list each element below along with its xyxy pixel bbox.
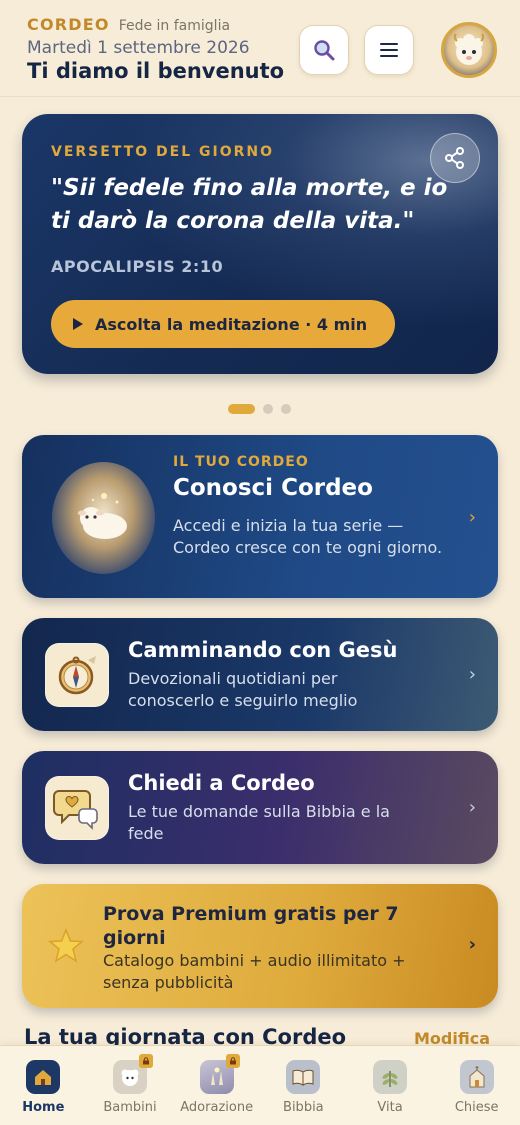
lock-icon [225, 1054, 240, 1068]
cordeo-card-title: Conosci Cordeo [173, 475, 373, 501]
lock-icon [139, 1054, 153, 1068]
chat-bubbles-icon [53, 790, 98, 830]
carousel-dot-2[interactable] [263, 404, 273, 414]
chiedi-card-description: Le tue domande sulla Bibbia e la fede [128, 802, 390, 843]
brand-row: CORDEO Fede in famiglia [27, 15, 230, 34]
profile-avatar[interactable] [441, 22, 497, 78]
welcome-title: Ti diamo il benvenuto [27, 59, 285, 83]
cordeo-eyebrow: IL TUO CORDEO [173, 454, 309, 470]
carousel-dot-3[interactable] [281, 404, 291, 414]
current-date: Martedì 1 settembre 2026 [27, 38, 250, 58]
tab-vita[interactable]: Vita [347, 1046, 434, 1125]
tab-adorazione[interactable]: Adorazione [173, 1046, 260, 1125]
hamburger-menu-icon [380, 43, 398, 57]
brand-tagline: Fede in famiglia [118, 18, 231, 34]
tab-vita-label: Vita [377, 1100, 403, 1115]
verse-text: "Sii fedele fino alla morte, e io ti dar… [51, 175, 448, 234]
play-icon [73, 318, 83, 330]
menu-button[interactable] [364, 25, 414, 75]
home-icon [26, 1060, 61, 1094]
leaf-icon [373, 1060, 408, 1094]
bottom-tab-bar: Home Bambini Adorazione Bibbia Vita Chie… [0, 1045, 520, 1125]
tab-home[interactable]: Home [0, 1046, 87, 1125]
premium-card-title: Prova Premium gratis per 7 giorni [103, 903, 399, 949]
chevron-right-icon: › [468, 507, 476, 528]
lamb-avatar-icon [453, 33, 485, 65]
tab-bibbia[interactable]: Bibbia [260, 1046, 347, 1125]
brand-name: CORDEO [27, 15, 110, 34]
tab-bambini-label: Bambini [103, 1100, 157, 1115]
tab-adorazione-label: Adorazione [180, 1100, 254, 1115]
worship-icon [199, 1054, 240, 1094]
listen-meditation-label: Ascolta la meditazione · 4 min [95, 314, 368, 334]
church-icon [459, 1060, 494, 1094]
listen-meditation-button[interactable]: Ascolta la meditazione · 4 min [51, 300, 395, 348]
verse-of-the-day-card[interactable]: VERSETTO DEL GIORNO "Sii fedele fino all… [22, 114, 498, 374]
tab-bibbia-label: Bibbia [283, 1100, 324, 1115]
cordeo-card-description: Accedi e inizia la tua serie — Cordeo cr… [173, 516, 443, 557]
ask-cordeo-card[interactable]: Chiedi a Cordeo Le tue domande sulla Bib… [22, 751, 498, 864]
carousel-pagination [228, 404, 291, 414]
gesu-card-title: Camminando con Gesù [128, 638, 398, 662]
tab-bambini[interactable]: Bambini [87, 1046, 174, 1125]
tab-chiese-label: Chiese [454, 1100, 499, 1115]
chevron-right-icon: › [468, 797, 476, 818]
app-header: CORDEO Fede in famiglia Martedì 1 settem… [0, 0, 520, 97]
lamb-icon [77, 493, 127, 539]
share-icon [445, 147, 464, 169]
lamb-icon [113, 1054, 153, 1094]
compass-icon [58, 656, 96, 695]
chevron-right-icon: › [468, 664, 476, 685]
compass-tile [45, 643, 109, 707]
premium-trial-card[interactable]: Prova Premium gratis per 7 giorni Catalo… [22, 884, 498, 1008]
verse-eyebrow: VERSETTO DEL GIORNO [51, 144, 275, 160]
carousel-dot-1[interactable] [228, 404, 255, 414]
chiedi-card-title: Chiedi a Cordeo [128, 771, 315, 795]
search-button[interactable] [299, 25, 349, 75]
gesu-card-description: Devozionali quotidiani per conoscerlo e … [128, 669, 358, 710]
tab-home-label: Home [22, 1100, 65, 1115]
bible-icon [286, 1060, 321, 1094]
cordeo-lamb-illustration [52, 462, 155, 574]
meet-cordeo-card[interactable]: IL TUO CORDEO Conosci Cordeo Accedi e in… [22, 435, 498, 598]
search-icon [314, 40, 335, 61]
tab-chiese[interactable]: Chiese [433, 1046, 520, 1125]
premium-card-description: Catalogo bambini + audio illimitato + se… [103, 951, 406, 992]
verse-reference: APOCALIPSIS 2:10 [51, 257, 224, 276]
walking-with-jesus-card[interactable]: Camminando con Gesù Devozionali quotidia… [22, 618, 498, 731]
chevron-right-icon: › [468, 934, 476, 955]
star-icon [48, 928, 84, 963]
chat-tile [45, 776, 109, 840]
